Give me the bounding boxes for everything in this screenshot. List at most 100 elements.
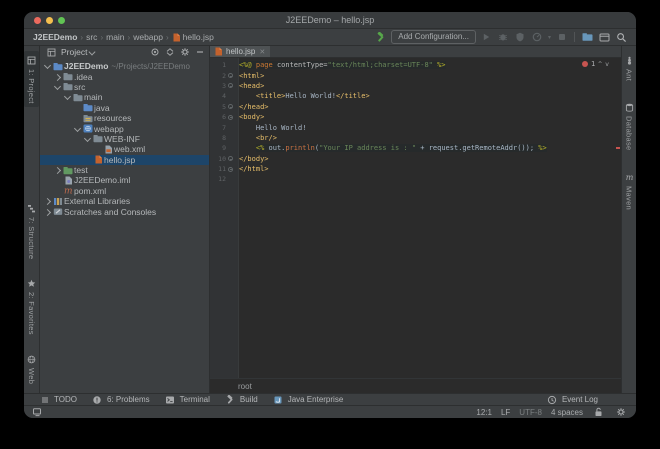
caret-position[interactable]: 12:1 [476, 408, 492, 417]
tree-item-src[interactable]: src [40, 82, 209, 92]
jsp-file-icon [172, 33, 181, 42]
locate-file-button[interactable] [150, 47, 160, 57]
fold-icon[interactable] [228, 83, 233, 89]
tree-item-label: J2EEDemo.iml [74, 175, 131, 186]
hide-tool-windows-icon[interactable] [30, 406, 43, 419]
debug-button[interactable] [497, 31, 510, 44]
lock-icon[interactable] [592, 406, 605, 419]
collapse-all-button[interactable] [165, 47, 175, 57]
tree-item-java[interactable]: java [40, 103, 209, 113]
tree-chevron-icon[interactable] [53, 165, 62, 175]
chevron-down-icon[interactable] [88, 48, 98, 57]
search-everywhere-button[interactable] [615, 31, 628, 44]
tree-chevron-spacer [53, 175, 62, 185]
token-kw: page [255, 61, 277, 70]
fold-icon[interactable] [228, 114, 233, 120]
add-configuration-button[interactable]: Add Configuration... [391, 30, 476, 44]
dropdown-arrow-icon[interactable]: ▾ [548, 34, 551, 41]
tree-item-j2eedemo[interactable]: J2EEDemo ~/Projects/J2EEDemo [40, 61, 209, 71]
tree-item-hello-jsp[interactable]: hello.jsp [40, 154, 209, 165]
tree-chevron-icon[interactable] [43, 207, 52, 217]
tree-chevron-icon[interactable] [83, 134, 92, 144]
coverage-button[interactable] [514, 31, 527, 44]
tool-stripe-button-database[interactable]: Database [622, 98, 637, 154]
fold-marker[interactable] [226, 156, 235, 162]
tree-chevron-icon[interactable] [73, 124, 82, 134]
code-text: <% out.println("Your IP address is : " +… [239, 144, 547, 153]
tree-chevron-spacer [73, 113, 82, 123]
notifications-settings-icon[interactable] [614, 406, 627, 419]
fold-icon[interactable] [228, 156, 233, 162]
fold-icon[interactable] [228, 73, 233, 79]
breadcrumb-file[interactable]: hello.jsp [172, 32, 214, 42]
fold-icon[interactable] [228, 166, 233, 172]
token-attr: contentType= [276, 61, 328, 70]
fold-marker[interactable] [226, 166, 235, 172]
jsp-file-icon [214, 47, 223, 56]
tree-item-web-inf[interactable]: WEB-INF [40, 134, 209, 144]
minimize-window-button[interactable] [46, 17, 53, 24]
tab-hello-jsp[interactable]: hello.jsp ✕ [210, 46, 271, 57]
fold-marker[interactable] [226, 73, 235, 79]
tool-stripe-button-ant[interactable]: Ant [622, 51, 637, 84]
tree-chevron-icon[interactable] [43, 61, 52, 71]
breadcrumb-item-webapp[interactable]: webapp [133, 32, 163, 42]
tool-stripe-button-7-structure[interactable]: 7: Structure [24, 199, 39, 262]
tree-chevron-icon[interactable] [53, 72, 62, 82]
tree-item-scratches-and-consoles[interactable]: Scratches and Consoles [40, 206, 209, 217]
build-hammer-icon[interactable] [374, 31, 387, 44]
code-line: 5 </head> [210, 102, 621, 112]
breadcrumb-item-main[interactable]: main [106, 32, 124, 42]
fold-icon[interactable] [228, 104, 233, 110]
tool-stripe-button-maven[interactable]: m Maven [622, 168, 637, 213]
tree-item-test[interactable]: test [40, 165, 209, 175]
file-encoding[interactable]: UTF-8 [519, 408, 542, 417]
project-panel-title[interactable]: Project [61, 47, 87, 57]
stop-button[interactable] [555, 31, 568, 44]
fold-marker[interactable] [226, 104, 235, 110]
line-separator[interactable]: LF [501, 408, 510, 417]
close-window-button[interactable] [34, 17, 41, 24]
settings-button[interactable] [180, 47, 190, 57]
run-button[interactable] [480, 31, 493, 44]
tree-item-webapp[interactable]: webapp [40, 123, 209, 134]
tool-stripe-button-web[interactable]: Web [24, 350, 39, 387]
tool-stripe-button-1-project[interactable]: 1: Project [24, 51, 39, 107]
tree-item-j2eedemo-iml[interactable]: J2EEDemo.iml [40, 175, 209, 185]
tree-item-resources[interactable]: resources [40, 113, 209, 123]
tree-chevron-icon[interactable] [43, 196, 52, 206]
breadcrumb-root[interactable]: root [238, 382, 252, 391]
code-text: <title>Hello World!</title> [239, 92, 370, 100]
tree-item-main[interactable]: main [40, 92, 209, 102]
close-tab-icon[interactable]: ✕ [259, 48, 265, 56]
fold-marker[interactable] [226, 114, 235, 120]
breadcrumb-item-src[interactable]: src [86, 32, 97, 42]
tree-item-pom-xml[interactable]: m pom.xml [40, 186, 209, 196]
editor-area: hello.jsp ✕ 1 <%@ page contentType="text/… [210, 46, 621, 393]
fold-marker[interactable] [226, 83, 235, 89]
layout-button[interactable] [598, 31, 611, 44]
prev-error-icon[interactable]: ^ [598, 60, 602, 68]
tree-chevron-icon[interactable] [53, 82, 62, 92]
hide-panel-button[interactable] [195, 47, 205, 57]
inspection-widget[interactable]: 1 ^ v [581, 60, 609, 68]
code-line: 6 <body> [210, 112, 621, 122]
next-error-icon[interactable]: v [605, 60, 609, 68]
tree-item--idea[interactable]: .idea [40, 71, 209, 82]
code-editor[interactable]: 1 <%@ page contentType="text/html;charset… [210, 58, 621, 378]
indent-size[interactable]: 4 spaces [551, 408, 583, 417]
tree-item-external-libraries[interactable]: External Libraries [40, 196, 209, 206]
maven-stripe-icon: m [623, 171, 636, 184]
folder-icon [92, 134, 104, 143]
editor-breadcrumbs: root [210, 378, 621, 393]
tree-item-web-xml[interactable]: web.xml [40, 144, 209, 154]
error-stripe-mark[interactable] [616, 147, 620, 149]
breadcrumb-project[interactable]: J2EEDemo [33, 32, 77, 42]
error-count: 1 [590, 60, 596, 68]
tool-stripe-button-2-favorites[interactable]: 2: Favorites [24, 274, 39, 338]
open-project-button[interactable] [581, 31, 594, 44]
zoom-window-button[interactable] [58, 17, 65, 24]
profiler-button[interactable] [531, 31, 544, 44]
token-tag: </html> [239, 165, 269, 174]
tree-chevron-icon[interactable] [63, 92, 72, 102]
